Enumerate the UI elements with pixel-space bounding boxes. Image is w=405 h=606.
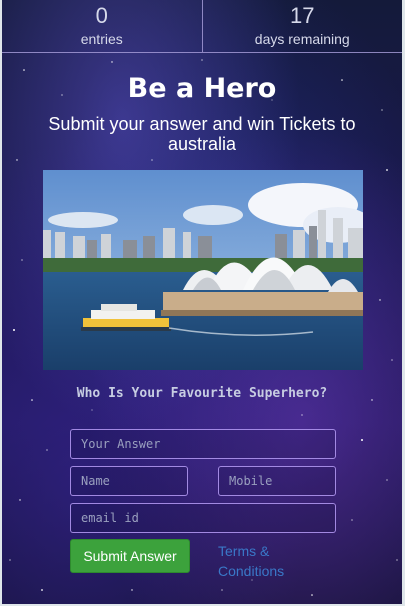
- answer-input[interactable]: [70, 429, 336, 459]
- entries-label: entries: [80, 31, 123, 47]
- contest-widget: 0 entries 17 days remaining Be a Hero Su…: [2, 0, 402, 604]
- days-remaining-label: days remaining: [254, 31, 350, 47]
- sydney-opera-house-image: [43, 170, 363, 370]
- page-title: Be a Hero: [127, 73, 277, 104]
- submit-answer-button[interactable]: Submit Answer: [70, 539, 190, 573]
- page-subtitle: Submit your answer and win Tickets to au…: [48, 114, 356, 154]
- terms-and-conditions-link[interactable]: Terms & Conditions: [218, 541, 308, 581]
- days-remaining-stat: 17 days remaining: [201, 0, 403, 52]
- name-input[interactable]: [70, 466, 188, 496]
- question-text: Who Is Your Favourite Superhero?: [76, 386, 328, 401]
- days-remaining-count: 17: [290, 3, 315, 28]
- email-input[interactable]: [70, 503, 336, 533]
- stats-bar: 0 entries 17 days remaining: [2, 0, 402, 53]
- entries-count: 0: [95, 3, 108, 28]
- mobile-input[interactable]: [218, 466, 336, 496]
- entries-stat: 0 entries: [2, 0, 202, 52]
